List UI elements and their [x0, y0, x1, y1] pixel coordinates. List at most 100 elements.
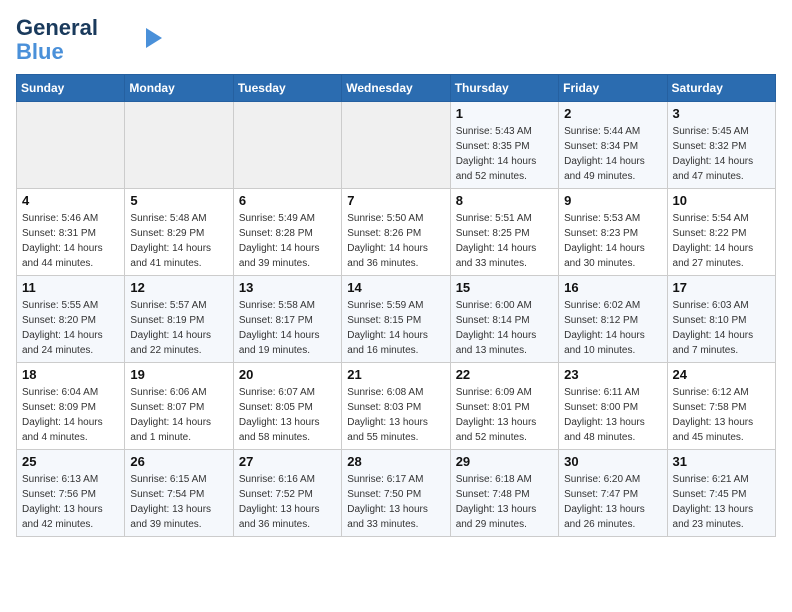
calendar-cell: 4Sunrise: 5:46 AM Sunset: 8:31 PM Daylig… [17, 189, 125, 276]
calendar-cell: 8 Sunrise: 5:51 AM Sunset: 8:25 PM Daylig… [450, 189, 558, 276]
logo-text: GeneralBlue [16, 16, 98, 64]
calendar-cell: 5 Sunrise: 5:48 AM Sunset: 8:29 PM Daylig… [125, 189, 233, 276]
calendar-cell: 9 Sunrise: 5:53 AM Sunset: 8:23 PM Daylig… [559, 189, 667, 276]
calendar-cell [17, 102, 125, 189]
day-number: 12 [130, 280, 227, 295]
day-info: Sunrise: 5:53 AM Sunset: 8:23 PM Dayligh… [564, 211, 661, 271]
day-number: 17 [673, 280, 770, 295]
day-number: 5 [130, 193, 227, 208]
calendar-cell: 22 Sunrise: 6:09 AM Sunset: 8:01 PM Dayli… [450, 363, 558, 450]
calendar-cell [342, 102, 450, 189]
calendar-cell: 27 Sunrise: 6:16 AM Sunset: 7:52 PM Dayli… [233, 450, 341, 537]
page-header: GeneralBlue [16, 16, 776, 64]
day-info: Sunrise: 6:09 AM Sunset: 8:01 PM Dayligh… [456, 385, 553, 445]
day-info: Sunrise: 6:00 AM Sunset: 8:14 PM Dayligh… [456, 298, 553, 358]
day-info: Sunrise: 6:20 AM Sunset: 7:47 PM Dayligh… [564, 472, 661, 532]
calendar-cell: 18 Sunrise: 6:04 AM Sunset: 8:09 PM Dayli… [17, 363, 125, 450]
day-info: Sunrise: 6:04 AM Sunset: 8:09 PM Dayligh… [22, 385, 119, 445]
day-info: Sunrise: 5:57 AM Sunset: 8:19 PM Dayligh… [130, 298, 227, 358]
calendar-cell: 15 Sunrise: 6:00 AM Sunset: 8:14 PM Dayli… [450, 276, 558, 363]
day-info: Sunrise: 6:11 AM Sunset: 8:00 PM Dayligh… [564, 385, 661, 445]
day-number: 3 [673, 106, 770, 121]
day-number: 16 [564, 280, 661, 295]
day-number: 2 [564, 106, 661, 121]
calendar-cell [233, 102, 341, 189]
day-info: Sunrise: 5:58 AM Sunset: 8:17 PM Dayligh… [239, 298, 336, 358]
calendar-table: SundayMondayTuesdayWednesdayThursdayFrid… [16, 74, 776, 537]
day-number: 13 [239, 280, 336, 295]
weekday-header-sunday: Sunday [17, 75, 125, 102]
day-number: 20 [239, 367, 336, 382]
day-info: Sunrise: 5:43 AM Sunset: 8:35 PM Dayligh… [456, 124, 553, 184]
weekday-header-saturday: Saturday [667, 75, 775, 102]
day-info: Sunrise: 6:16 AM Sunset: 7:52 PM Dayligh… [239, 472, 336, 532]
day-number: 19 [130, 367, 227, 382]
day-number: 22 [456, 367, 553, 382]
calendar-cell: 13 Sunrise: 5:58 AM Sunset: 8:17 PM Dayli… [233, 276, 341, 363]
calendar-week-row: 1 Sunrise: 5:43 AM Sunset: 8:35 PM Daylig… [17, 102, 776, 189]
day-number: 1 [456, 106, 553, 121]
day-number: 21 [347, 367, 444, 382]
day-number: 31 [673, 454, 770, 469]
calendar-cell: 21 Sunrise: 6:08 AM Sunset: 8:03 PM Dayli… [342, 363, 450, 450]
calendar-cell: 19 Sunrise: 6:06 AM Sunset: 8:07 PM Dayli… [125, 363, 233, 450]
calendar-cell: 7 Sunrise: 5:50 AM Sunset: 8:26 PM Daylig… [342, 189, 450, 276]
calendar-cell: 14Sunrise: 5:59 AM Sunset: 8:15 PM Dayli… [342, 276, 450, 363]
day-number: 7 [347, 193, 444, 208]
calendar-cell: 23 Sunrise: 6:11 AM Sunset: 8:00 PM Dayli… [559, 363, 667, 450]
day-number: 25 [22, 454, 119, 469]
day-info: Sunrise: 6:08 AM Sunset: 8:03 PM Dayligh… [347, 385, 444, 445]
calendar-week-row: 4Sunrise: 5:46 AM Sunset: 8:31 PM Daylig… [17, 189, 776, 276]
calendar-cell: 2 Sunrise: 5:44 AM Sunset: 8:34 PM Daylig… [559, 102, 667, 189]
day-number: 8 [456, 193, 553, 208]
calendar-cell: 10Sunrise: 5:54 AM Sunset: 8:22 PM Dayli… [667, 189, 775, 276]
day-number: 24 [673, 367, 770, 382]
calendar-cell: 24 Sunrise: 6:12 AM Sunset: 7:58 PM Dayli… [667, 363, 775, 450]
day-number: 30 [564, 454, 661, 469]
weekday-header-friday: Friday [559, 75, 667, 102]
day-number: 28 [347, 454, 444, 469]
day-info: Sunrise: 6:17 AM Sunset: 7:50 PM Dayligh… [347, 472, 444, 532]
day-number: 29 [456, 454, 553, 469]
day-info: Sunrise: 5:44 AM Sunset: 8:34 PM Dayligh… [564, 124, 661, 184]
day-info: Sunrise: 6:06 AM Sunset: 8:07 PM Dayligh… [130, 385, 227, 445]
day-info: Sunrise: 5:48 AM Sunset: 8:29 PM Dayligh… [130, 211, 227, 271]
calendar-week-row: 18 Sunrise: 6:04 AM Sunset: 8:09 PM Dayli… [17, 363, 776, 450]
weekday-header-thursday: Thursday [450, 75, 558, 102]
day-number: 6 [239, 193, 336, 208]
calendar-cell: 28 Sunrise: 6:17 AM Sunset: 7:50 PM Dayli… [342, 450, 450, 537]
day-number: 11 [22, 280, 119, 295]
calendar-cell: 29Sunrise: 6:18 AM Sunset: 7:48 PM Dayli… [450, 450, 558, 537]
day-info: Sunrise: 5:46 AM Sunset: 8:31 PM Dayligh… [22, 211, 119, 271]
day-info: Sunrise: 5:50 AM Sunset: 8:26 PM Dayligh… [347, 211, 444, 271]
calendar-cell: 30 Sunrise: 6:20 AM Sunset: 7:47 PM Dayli… [559, 450, 667, 537]
weekday-header-tuesday: Tuesday [233, 75, 341, 102]
day-info: Sunrise: 6:12 AM Sunset: 7:58 PM Dayligh… [673, 385, 770, 445]
day-info: Sunrise: 6:03 AM Sunset: 8:10 PM Dayligh… [673, 298, 770, 358]
day-number: 23 [564, 367, 661, 382]
calendar-week-row: 25Sunrise: 6:13 AM Sunset: 7:56 PM Dayli… [17, 450, 776, 537]
calendar-cell: 6Sunrise: 5:49 AM Sunset: 8:28 PM Daylig… [233, 189, 341, 276]
logo: GeneralBlue [16, 16, 162, 64]
calendar-week-row: 11 Sunrise: 5:55 AM Sunset: 8:20 PM Dayli… [17, 276, 776, 363]
calendar-cell: 26 Sunrise: 6:15 AM Sunset: 7:54 PM Dayli… [125, 450, 233, 537]
day-number: 9 [564, 193, 661, 208]
weekday-header-wednesday: Wednesday [342, 75, 450, 102]
day-number: 26 [130, 454, 227, 469]
calendar-cell: 17 Sunrise: 6:03 AM Sunset: 8:10 PM Dayli… [667, 276, 775, 363]
calendar-cell: 1 Sunrise: 5:43 AM Sunset: 8:35 PM Daylig… [450, 102, 558, 189]
day-number: 27 [239, 454, 336, 469]
logo-arrow-icon [146, 28, 162, 48]
day-info: Sunrise: 5:55 AM Sunset: 8:20 PM Dayligh… [22, 298, 119, 358]
day-info: Sunrise: 5:51 AM Sunset: 8:25 PM Dayligh… [456, 211, 553, 271]
day-number: 18 [22, 367, 119, 382]
calendar-cell [125, 102, 233, 189]
calendar-cell: 11 Sunrise: 5:55 AM Sunset: 8:20 PM Dayli… [17, 276, 125, 363]
day-info: Sunrise: 6:21 AM Sunset: 7:45 PM Dayligh… [673, 472, 770, 532]
day-info: Sunrise: 6:15 AM Sunset: 7:54 PM Dayligh… [130, 472, 227, 532]
calendar-header-row: SundayMondayTuesdayWednesdayThursdayFrid… [17, 75, 776, 102]
day-info: Sunrise: 6:02 AM Sunset: 8:12 PM Dayligh… [564, 298, 661, 358]
day-number: 15 [456, 280, 553, 295]
calendar-cell: 16 Sunrise: 6:02 AM Sunset: 8:12 PM Dayli… [559, 276, 667, 363]
day-info: Sunrise: 5:45 AM Sunset: 8:32 PM Dayligh… [673, 124, 770, 184]
